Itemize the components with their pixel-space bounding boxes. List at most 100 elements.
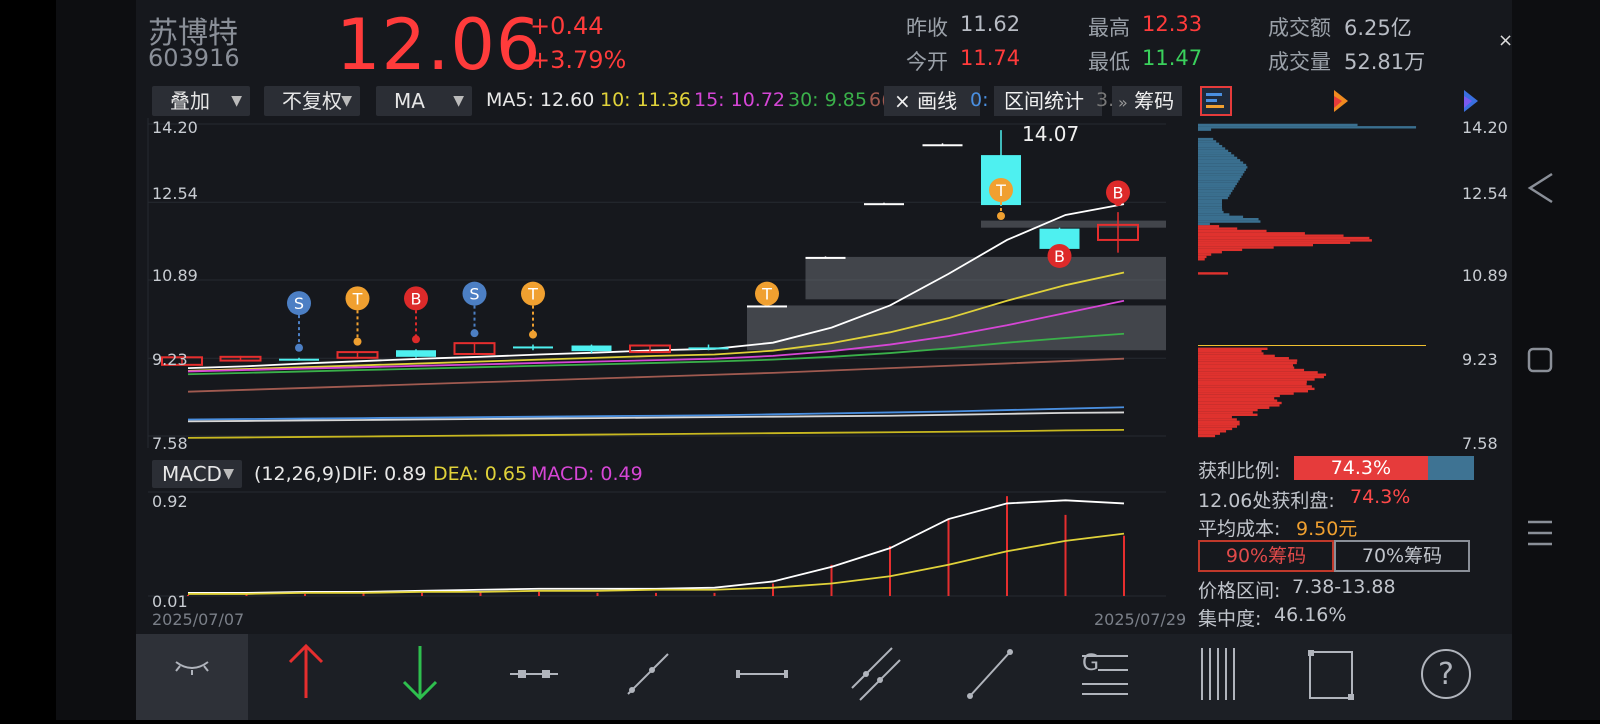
flame-chart-icon bbox=[1326, 86, 1358, 116]
trend-line-icon bbox=[934, 634, 1046, 714]
concentration-label: 集中度: bbox=[1198, 604, 1261, 631]
profit-at-price-value: 74.3% bbox=[1350, 486, 1410, 508]
chip-bar bbox=[1198, 194, 1229, 196]
arrow-up-tool[interactable] bbox=[250, 634, 362, 720]
macd-select-label: MACD bbox=[162, 462, 222, 486]
chip-bar bbox=[1198, 157, 1237, 159]
y-tick-label: 10.89 bbox=[152, 266, 198, 285]
volume-label: 成交量 bbox=[1268, 46, 1331, 76]
chip-bar bbox=[1198, 202, 1222, 204]
macd-value: MACD: 0.49 bbox=[531, 463, 643, 485]
draw-button[interactable]: × 画线 bbox=[884, 86, 980, 116]
signal-label: T bbox=[761, 285, 772, 304]
chip-bar bbox=[1198, 227, 1237, 229]
chip-bar bbox=[1198, 425, 1237, 427]
chip-y-tick: 9.23 bbox=[1462, 350, 1498, 369]
date-end: 2025/07/29 bbox=[1094, 610, 1186, 629]
close-icon[interactable]: × bbox=[1498, 30, 1513, 51]
overlay-dropdown[interactable]: 叠加▼ bbox=[152, 86, 250, 116]
chip-bar bbox=[1198, 246, 1274, 248]
chip-bar bbox=[1198, 169, 1246, 171]
chip-bar bbox=[1198, 251, 1222, 253]
open-label: 今开 bbox=[906, 46, 948, 76]
chip-bar bbox=[1198, 404, 1280, 406]
signal-dot bbox=[354, 338, 362, 346]
gann-tool[interactable]: G bbox=[1048, 634, 1160, 720]
chip-y-tick: 12.54 bbox=[1462, 184, 1508, 203]
dea-line bbox=[188, 534, 1124, 594]
signal-label: S bbox=[469, 285, 479, 304]
chip-bar bbox=[1198, 414, 1258, 416]
price-zone bbox=[806, 257, 1167, 299]
indicator-dropdown[interactable]: MA▼ bbox=[376, 86, 472, 116]
candlestick-chart[interactable]: STBSTTTBB bbox=[136, 118, 1188, 454]
arrow-down-tool[interactable] bbox=[364, 634, 476, 720]
chip-bar bbox=[1198, 390, 1308, 392]
chip-bar bbox=[1198, 183, 1237, 185]
y-tick-label: 14.20 bbox=[152, 118, 198, 137]
chip-bar bbox=[1198, 223, 1210, 225]
parallel-line-icon bbox=[820, 634, 932, 714]
chip-blue-tab[interactable] bbox=[1456, 86, 1488, 116]
range-stats-button[interactable]: 区间统计 bbox=[994, 86, 1102, 116]
ma10-readout: 10: 11.36 bbox=[600, 89, 691, 111]
chevron-down-icon: ▼ bbox=[223, 460, 234, 488]
chip-bar bbox=[1198, 397, 1274, 399]
chip-bar bbox=[1198, 199, 1222, 201]
chip-fire-tab[interactable] bbox=[1326, 86, 1358, 116]
recents-icon[interactable] bbox=[1528, 522, 1552, 544]
signal-label: T bbox=[995, 181, 1006, 200]
vertical-lines-icon bbox=[1162, 634, 1274, 714]
parallel-line-tool[interactable] bbox=[820, 634, 932, 720]
dif-line bbox=[188, 500, 1124, 593]
prev-close-value: 11.62 bbox=[960, 12, 1020, 36]
signal-label: B bbox=[1113, 183, 1124, 202]
vertical-lines-tool[interactable] bbox=[1162, 634, 1274, 720]
segment-tool[interactable] bbox=[478, 634, 590, 720]
chip-bar bbox=[1198, 388, 1315, 390]
home-icon[interactable] bbox=[1529, 349, 1551, 371]
horizontal-line-tool[interactable] bbox=[706, 634, 818, 720]
chip-bar bbox=[1198, 430, 1226, 432]
chip-bar bbox=[1198, 411, 1253, 413]
ma15-readout: 15: 10.72 bbox=[694, 89, 785, 111]
rectangle-tool[interactable] bbox=[1276, 634, 1388, 720]
chips-button[interactable]: » 筹码 bbox=[1112, 86, 1182, 116]
macd-y-top: 0.92 bbox=[152, 492, 188, 511]
candle-body bbox=[923, 144, 963, 146]
macd-y-bottom: 0.01 bbox=[152, 592, 188, 611]
ray-tool[interactable] bbox=[592, 634, 704, 720]
chip-y-tick: 10.89 bbox=[1462, 266, 1508, 285]
system-nav-bar bbox=[1512, 0, 1600, 720]
ma5-readout: MA5: 12.60 bbox=[486, 89, 594, 111]
chip-bar bbox=[1198, 423, 1240, 425]
macd-dif: DIF: 0.89 bbox=[342, 463, 426, 485]
adjust-dropdown[interactable]: 不复权▼ bbox=[264, 86, 360, 116]
signal-label: S bbox=[294, 294, 304, 313]
back-icon[interactable] bbox=[1530, 174, 1552, 202]
chip-bar bbox=[1198, 230, 1267, 232]
candle-body bbox=[279, 359, 319, 361]
chip-bar bbox=[1198, 421, 1240, 423]
eye-hide-tool[interactable] bbox=[136, 634, 248, 720]
chip-distribution-chart bbox=[1196, 118, 1510, 452]
chip-bar bbox=[1198, 197, 1228, 199]
adjust-label: 不复权 bbox=[282, 89, 342, 113]
chip-bar bbox=[1198, 392, 1294, 394]
chip-bar bbox=[1198, 154, 1234, 156]
chip-bar bbox=[1198, 407, 1269, 409]
stock-code: 603916 bbox=[148, 44, 240, 72]
chip-distribution-tab[interactable] bbox=[1200, 86, 1232, 116]
chip-bar bbox=[1198, 234, 1344, 236]
ray-icon bbox=[592, 634, 704, 714]
help-tool[interactable]: ? bbox=[1390, 634, 1502, 720]
chips-70-button[interactable]: 70%筹码 bbox=[1334, 540, 1470, 572]
chip-bar bbox=[1198, 418, 1237, 420]
signal-label: B bbox=[411, 289, 422, 308]
trend-line-tool[interactable] bbox=[934, 634, 1046, 720]
signal-dot bbox=[471, 329, 479, 337]
macd-dropdown[interactable]: MACD▼ bbox=[152, 460, 242, 488]
chips-90-button[interactable]: 90%筹码 bbox=[1198, 540, 1334, 572]
macd-chart[interactable] bbox=[136, 488, 1188, 612]
chip-bar bbox=[1198, 432, 1220, 434]
